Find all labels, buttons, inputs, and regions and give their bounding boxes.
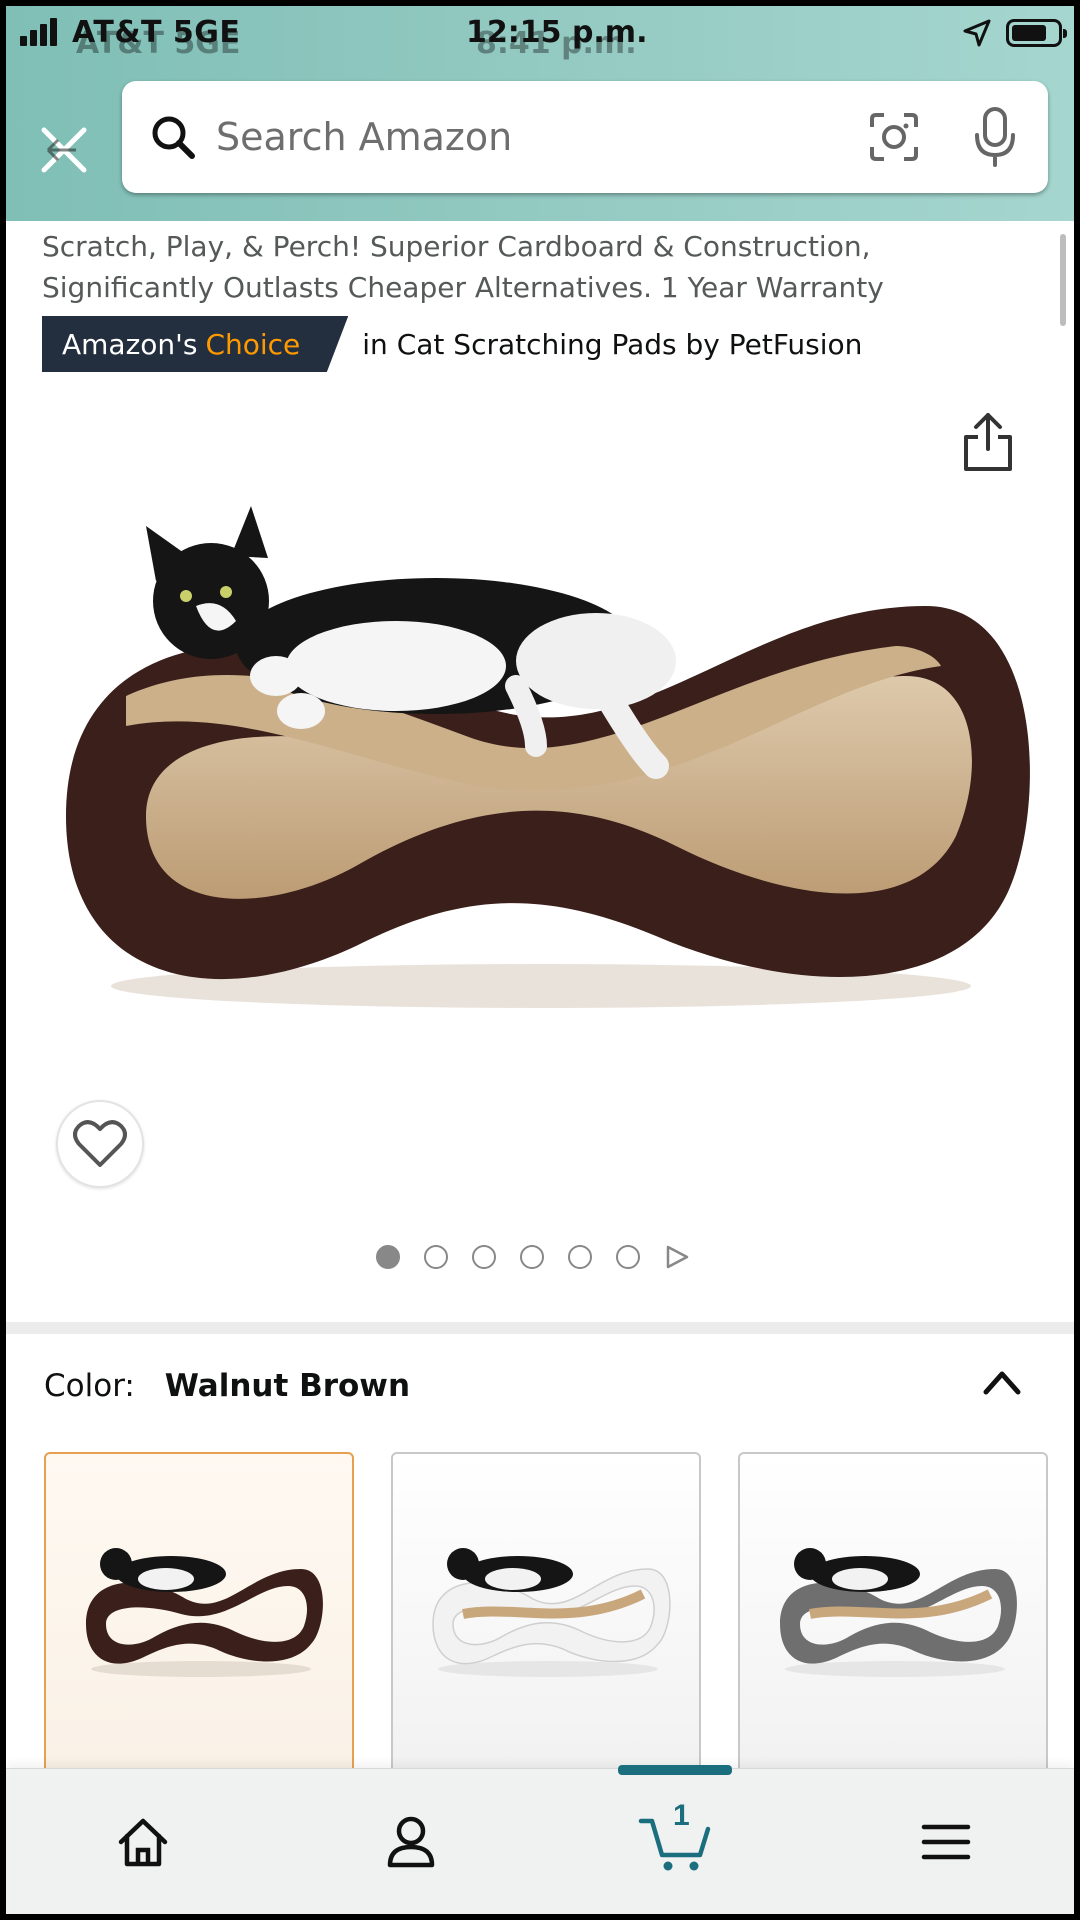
pagination-dot[interactable] xyxy=(376,1245,400,1269)
swatch-image xyxy=(780,1548,1017,1677)
color-label: Color: xyxy=(44,1368,135,1404)
badge-prefix: Amazon's xyxy=(62,327,198,361)
nav-account[interactable] xyxy=(366,1797,456,1887)
clock: 12:15 p.m. xyxy=(466,15,648,50)
scrollbar[interactable] xyxy=(1060,234,1066,326)
menu-icon xyxy=(921,1824,971,1860)
pagination-dot[interactable] xyxy=(568,1245,592,1269)
product-page: AT&T 5GE AT&T 5GE 8:41 p.m. 12:15 p.m. S… xyxy=(6,6,1074,1914)
swatch-white[interactable] xyxy=(391,1452,701,1782)
location-arrow-icon xyxy=(963,19,991,47)
battery-icon xyxy=(1006,19,1067,47)
search-input[interactable] xyxy=(216,107,806,167)
color-swatches xyxy=(44,1452,1064,1782)
close-icon[interactable] xyxy=(36,122,92,178)
pagination-dot[interactable] xyxy=(616,1245,640,1269)
swatch-image xyxy=(432,1548,671,1677)
search-icon[interactable] xyxy=(148,112,198,162)
section-divider xyxy=(6,1322,1074,1334)
nav-cart[interactable]: 1 xyxy=(631,1797,721,1887)
status-bar: AT&T 5GE AT&T 5GE 8:41 p.m. 12:15 p.m. xyxy=(6,6,1074,64)
product-subtitle: Scratch, Play, & Perch! Superior Cardboa… xyxy=(42,226,1042,308)
pagination-dot[interactable] xyxy=(424,1245,448,1269)
badge-category-text: in Cat Scratching Pads by PetFusion xyxy=(362,327,863,361)
color-value: Walnut Brown xyxy=(164,1368,411,1404)
home-icon xyxy=(118,1818,168,1867)
cart-count-badge: 1 xyxy=(673,1799,690,1832)
swatch-image xyxy=(86,1548,323,1677)
product-image[interactable] xyxy=(36,496,1046,1036)
color-selector-header: Color: Walnut Brown xyxy=(44,1368,410,1404)
wishlist-button[interactable] xyxy=(56,1100,144,1188)
heart-icon xyxy=(73,1120,127,1167)
account-icon xyxy=(387,1816,435,1868)
microphone-icon[interactable] xyxy=(972,107,1018,169)
nav-menu[interactable] xyxy=(901,1797,991,1887)
camera-search-icon[interactable] xyxy=(868,111,920,163)
share-icon[interactable] xyxy=(960,411,1016,473)
active-tab-indicator xyxy=(618,1765,732,1775)
signal-icon xyxy=(20,18,57,46)
nav-home[interactable] xyxy=(98,1797,188,1887)
swatch-walnut-brown[interactable] xyxy=(44,1452,354,1782)
header: AT&T 5GE AT&T 5GE 8:41 p.m. 12:15 p.m. xyxy=(6,6,1074,221)
bottom-navigation: 1 xyxy=(6,1765,1074,1914)
subtitle-line-2: Significantly Outlasts Cheaper Alternati… xyxy=(42,271,884,304)
pagination-dot[interactable] xyxy=(520,1245,544,1269)
search-bar[interactable] xyxy=(122,81,1048,193)
amazons-choice-row[interactable]: Amazon's Choice in Cat Scratching Pads b… xyxy=(42,316,862,372)
video-play-icon[interactable] xyxy=(664,1244,690,1270)
subtitle-line-1: Scratch, Play, & Perch! Superior Cardboa… xyxy=(42,230,871,263)
pagination-dot[interactable] xyxy=(472,1245,496,1269)
swatch-gray[interactable] xyxy=(738,1452,1048,1782)
carrier-text: AT&T 5GE xyxy=(72,15,241,50)
badge-accent: Choice xyxy=(205,327,301,361)
amazons-choice-badge: Amazon's Choice xyxy=(42,316,349,372)
image-pagination[interactable] xyxy=(376,1244,690,1270)
chevron-up-icon[interactable] xyxy=(980,1364,1024,1400)
